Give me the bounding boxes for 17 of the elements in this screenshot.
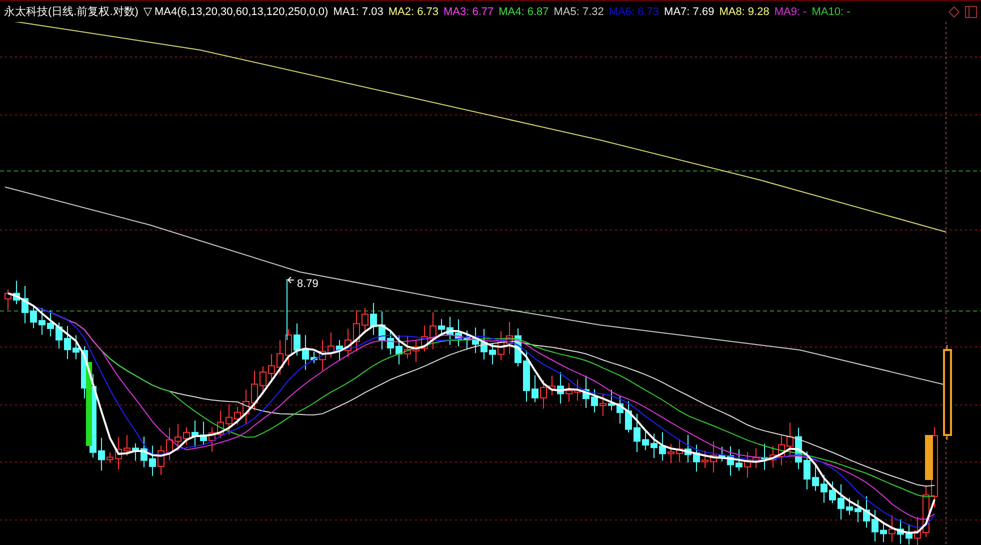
price-label: 8.79 (297, 278, 318, 290)
arrow-icon (288, 276, 294, 284)
ma-legend-item: MA2: 6.73 (388, 4, 438, 20)
ma-legend-item: MA1: 7.03 (333, 4, 384, 20)
candlestick (925, 435, 933, 480)
ma-legend-item: MA9: - (774, 4, 807, 20)
square-icon[interactable] (965, 6, 977, 18)
ma-legend-item: MA8: 9.28 (719, 4, 770, 20)
ma-legend-item: MA5: 7.32 (554, 4, 604, 20)
diamond-icon[interactable] (948, 6, 960, 18)
indicator-label[interactable]: ▽ MA4(6,13,20,30,60,13,120,250,0,0) (143, 2, 328, 20)
chart-title: 永太科技(日线.前复权.对数) (4, 4, 138, 20)
ma-legend-item: MA7: 7.69 (664, 4, 714, 20)
ma-legend-item: MA10: - (812, 4, 850, 20)
ma-legend-item: MA6: 6.73 (608, 4, 660, 20)
ma-legend-item: MA3: 6.77 (443, 4, 494, 20)
ma-legend-item: MA4: 6.87 (498, 4, 549, 20)
